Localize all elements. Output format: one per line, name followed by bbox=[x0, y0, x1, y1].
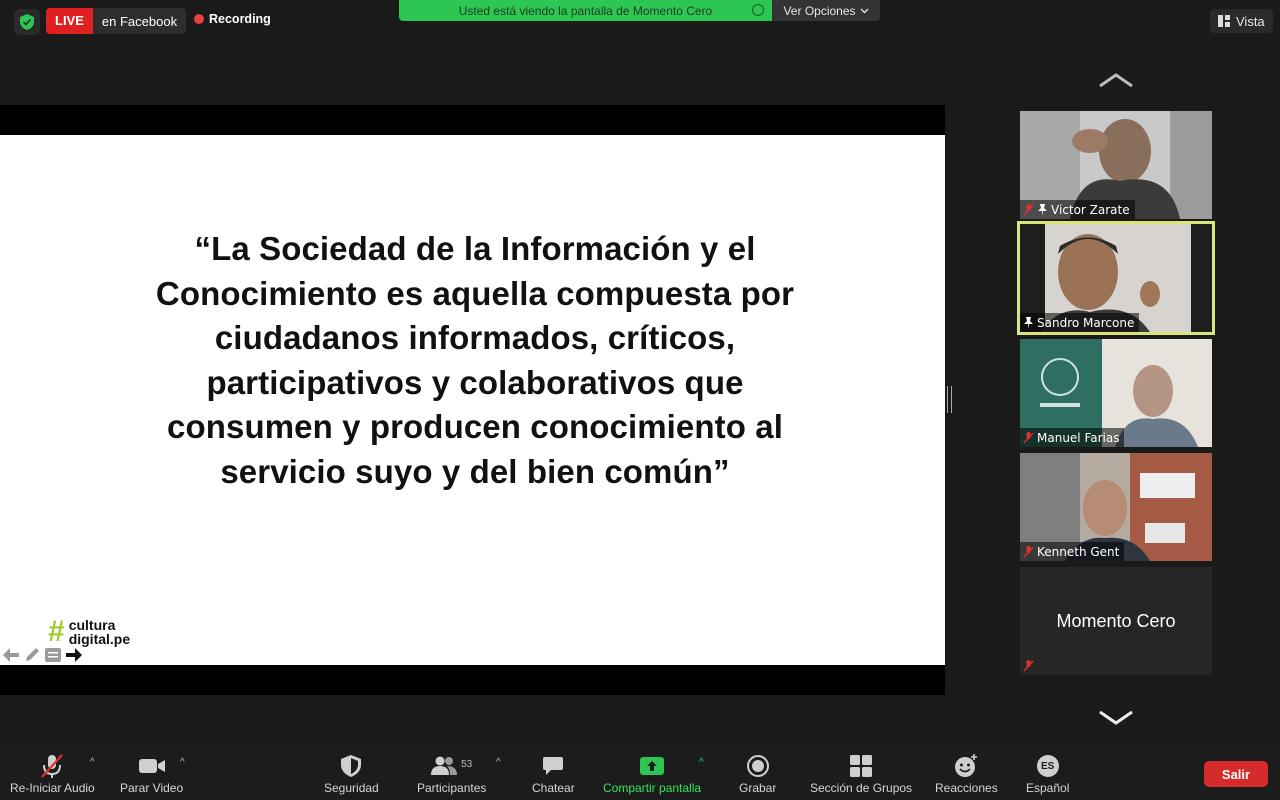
record-icon bbox=[746, 753, 769, 779]
participant-tile[interactable]: Kenneth Gent bbox=[1020, 453, 1212, 561]
participant-name: Sandro Marcone bbox=[1037, 315, 1135, 330]
security-button-label: Seguridad bbox=[324, 781, 379, 795]
mic-muted-icon bbox=[1023, 431, 1034, 443]
quote-line: ciudadanos informados, críticos, bbox=[214, 319, 736, 356]
participants-button[interactable]: 53 Participantes bbox=[417, 753, 486, 795]
chat-button-label: Chatear bbox=[532, 781, 575, 795]
record-button-label: Grabar bbox=[739, 781, 777, 795]
participant-nameplate: Manuel Farias bbox=[1020, 428, 1125, 447]
language-button-label: Español bbox=[1026, 781, 1070, 795]
participants-options-caret[interactable]: ^ bbox=[496, 757, 501, 768]
participant-tile-active-speaker[interactable]: Sandro Marcone bbox=[1017, 221, 1215, 335]
recording-indicator[interactable]: Recording bbox=[194, 12, 271, 26]
banner-status-icon bbox=[752, 4, 764, 16]
slides-menu-icon[interactable] bbox=[44, 646, 61, 663]
participant-nameplate: Kenneth Gent bbox=[1020, 542, 1125, 561]
split-view-resize-handle[interactable] bbox=[947, 386, 952, 413]
gallery-scroll-down-icon[interactable] bbox=[1098, 708, 1134, 728]
chevron-down-icon bbox=[860, 8, 869, 13]
logo-text-line1: cultura bbox=[68, 617, 116, 633]
meeting-controls-toolbar: Re-Iniciar Audio ^ Parar Video ^ Segurid… bbox=[0, 747, 1280, 800]
shield-icon bbox=[341, 753, 362, 779]
screen-share-banner: Usted está viendo la pantalla de Momento… bbox=[399, 0, 772, 21]
chat-bubble-icon bbox=[542, 753, 564, 779]
reactions-button[interactable]: Reacciones bbox=[935, 753, 998, 795]
share-screen-icon bbox=[640, 753, 665, 779]
leave-meeting-button[interactable]: Salir bbox=[1204, 761, 1268, 787]
slide-nav-tools bbox=[2, 646, 82, 663]
video-button-label: Parar Video bbox=[120, 781, 184, 795]
participant-name: Victor Zarate bbox=[1051, 202, 1130, 217]
participant-nameplate: Sandro Marcone bbox=[1020, 313, 1140, 332]
language-button[interactable]: ES Español bbox=[1026, 753, 1069, 795]
participant-tile-video-off[interactable]: Momento Cero bbox=[1020, 567, 1212, 675]
participant-nameplate bbox=[1020, 656, 1039, 675]
quote-line: “La Sociedad de la Información y el bbox=[194, 230, 756, 267]
share-options-caret[interactable]: ^ bbox=[699, 757, 704, 768]
mic-muted-icon bbox=[1023, 203, 1034, 215]
live-stream-indicator[interactable]: LIVE en Facebook bbox=[46, 8, 187, 34]
culturadigital-logo: # cultura digital.pe bbox=[48, 615, 131, 648]
audio-button-label: Re-Iniciar Audio bbox=[10, 781, 95, 795]
logo-hash: # bbox=[48, 615, 65, 648]
participants-count: 53 bbox=[461, 758, 473, 770]
mic-muted-icon bbox=[1023, 659, 1034, 671]
view-button-label: Vista bbox=[1236, 13, 1265, 29]
reactions-button-label: Reacciones bbox=[935, 781, 998, 795]
view-options-label: Ver Opciones bbox=[783, 3, 856, 18]
view-options-button[interactable]: Ver Opciones bbox=[772, 0, 880, 21]
participants-icon: 53 bbox=[431, 753, 472, 779]
pin-icon bbox=[1024, 316, 1033, 329]
participant-tile[interactable]: Victor Zarate bbox=[1020, 111, 1212, 219]
pin-icon bbox=[1038, 203, 1047, 216]
language-badge: ES bbox=[1036, 755, 1059, 777]
breakout-rooms-button[interactable]: Sección de Grupos bbox=[810, 753, 912, 795]
chat-button[interactable]: Chatear bbox=[532, 753, 575, 795]
grid-view-icon bbox=[1218, 15, 1230, 27]
quote-line: servicio suyo y del bien común” bbox=[220, 452, 730, 490]
security-button[interactable]: Seguridad bbox=[324, 753, 379, 795]
audio-options-caret[interactable]: ^ bbox=[90, 757, 95, 768]
participants-button-label: Participantes bbox=[417, 781, 487, 795]
slide-quote: “La Sociedad de la Información y el Cono… bbox=[90, 227, 860, 494]
pen-icon[interactable] bbox=[23, 646, 40, 663]
reaction-emoji-icon bbox=[954, 753, 978, 779]
audio-button[interactable]: Re-Iniciar Audio bbox=[10, 753, 95, 795]
gallery-scroll-up-icon[interactable] bbox=[1098, 70, 1134, 90]
share-screen-button[interactable]: Compartir pantalla bbox=[603, 753, 701, 795]
video-camera-icon bbox=[138, 753, 166, 779]
live-destination: en Facebook bbox=[101, 13, 178, 29]
next-slide-icon[interactable] bbox=[65, 646, 82, 663]
presentation-slide: “La Sociedad de la Información y el Cono… bbox=[0, 135, 945, 665]
video-options-caret[interactable]: ^ bbox=[180, 757, 185, 768]
recording-label: Recording bbox=[209, 12, 271, 26]
participant-name-large: Momento Cero bbox=[1056, 611, 1176, 631]
quote-line: participativos y colaborativos que bbox=[206, 363, 744, 401]
video-button[interactable]: Parar Video bbox=[120, 753, 183, 795]
record-button[interactable]: Grabar bbox=[739, 753, 776, 795]
participant-name: Kenneth Gent bbox=[1037, 544, 1120, 559]
participant-tile[interactable]: Manuel Farias bbox=[1020, 339, 1212, 447]
quote-line: consumen y producen conocimiento al bbox=[167, 408, 783, 445]
mic-muted-icon bbox=[1023, 545, 1034, 557]
language-globe-icon: ES bbox=[1036, 753, 1059, 779]
share-banner-text: Usted está viendo la pantalla de Momento… bbox=[458, 3, 713, 18]
share-screen-button-label: Compartir pantalla bbox=[603, 781, 702, 795]
previous-slide-icon[interactable] bbox=[2, 646, 19, 663]
mic-muted-icon bbox=[39, 753, 65, 779]
participant-name: Manuel Farias bbox=[1037, 430, 1120, 445]
security-shield-icon[interactable] bbox=[14, 9, 40, 35]
view-button[interactable]: Vista bbox=[1210, 9, 1273, 33]
participant-nameplate: Victor Zarate bbox=[1020, 200, 1135, 219]
logo-text-line2: digital.pe bbox=[68, 631, 131, 647]
quote-line: Conocimiento es aquella compuesta por bbox=[155, 274, 795, 312]
live-badge: LIVE bbox=[46, 8, 93, 34]
breakout-rooms-icon bbox=[850, 753, 873, 779]
breakout-rooms-button-label: Sección de Grupos bbox=[810, 781, 913, 795]
recording-dot-icon bbox=[194, 14, 204, 24]
